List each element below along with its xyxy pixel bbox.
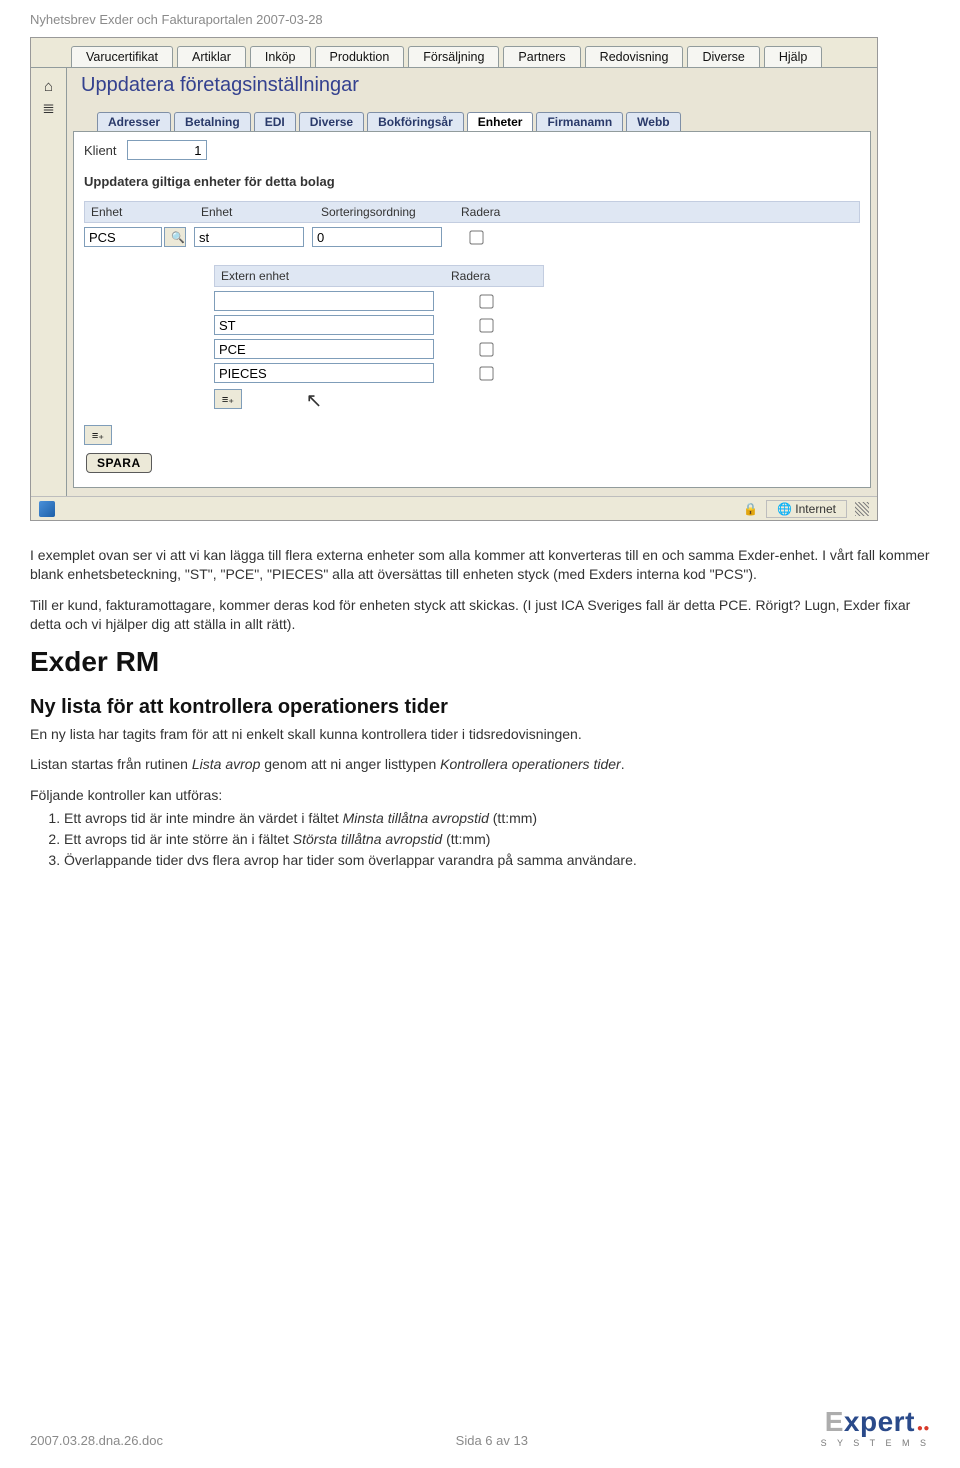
section-head: Uppdatera giltiga enheter för detta bola… — [84, 174, 860, 189]
main-panel: Uppdatera företagsinställningar Adresser… — [67, 68, 877, 496]
lookup-icon[interactable]: 🔍 — [164, 227, 186, 247]
inner-tab-firmanamn[interactable]: Firmanamn — [536, 112, 623, 131]
unit-input[interactable] — [84, 227, 162, 247]
unit-row: 🔍 — [84, 227, 860, 247]
para-3: En ny lista har tagits fram för att ni e… — [30, 725, 930, 744]
klient-input[interactable] — [127, 140, 207, 160]
extern-radera-3[interactable] — [479, 366, 493, 380]
panel-title: Uppdatera företagsinställningar — [67, 68, 877, 107]
heading-exder-rm: Exder RM — [30, 646, 930, 678]
inner-tab-enheter[interactable]: Enheter — [467, 112, 534, 131]
extern-radera-0[interactable] — [479, 294, 493, 308]
para-4-b: genom att ni anger listtypen — [260, 756, 440, 772]
li1-i: Minsta tillåtna avropstid — [343, 810, 489, 826]
settings-card: Klient Uppdatera giltiga enheter för det… — [73, 131, 871, 488]
para-4-c: . — [621, 756, 625, 772]
top-tab-inkop[interactable]: Inköp — [250, 46, 311, 67]
inner-tab-diverse[interactable]: Diverse — [299, 112, 364, 131]
li2-a: Ett avrops tid är inte större än i fälte… — [64, 831, 293, 847]
para-2: Till er kund, fakturamottagare, kommer d… — [30, 596, 930, 634]
top-tab-forsaljning[interactable]: Försäljning — [408, 46, 499, 67]
globe-icon: 🌐 — [777, 502, 792, 516]
list-icon[interactable]: ≣ — [31, 99, 66, 117]
li2-i: Största tillåtna avropstid — [293, 831, 442, 847]
home-icon[interactable]: ⌂ — [31, 78, 66, 95]
para-1: I exemplet ovan ser vi att vi kan lägga … — [30, 546, 930, 584]
zone-label: Internet — [795, 502, 836, 516]
page-footer: 2007.03.28.dna.26.doc Sida 6 av 13 EExpe… — [30, 1406, 930, 1448]
radera-checkbox[interactable] — [469, 230, 483, 244]
col-unit1: Enhet — [85, 202, 195, 222]
col-radera: Radera — [455, 202, 525, 222]
status-bar: 🔒 🌐 Internet — [31, 496, 877, 520]
inner-tab-adresser[interactable]: Adresser — [97, 112, 171, 131]
cursor-icon: ↖ — [306, 388, 323, 413]
extern-input-1[interactable] — [214, 315, 434, 335]
col-extern: Extern enhet — [215, 266, 445, 286]
top-tab-hjalp[interactable]: Hjälp — [764, 46, 823, 67]
expert-logo: EExpertxpert●● S Y S T E M S — [821, 1406, 930, 1448]
col-sort: Sorteringsordning — [315, 202, 455, 222]
li1-b: (tt:mm) — [489, 810, 537, 826]
top-tabs: Varucertifikat Artiklar Inköp Produktion… — [31, 38, 877, 68]
inner-tabs: Adresser Betalning EDI Diverse Bokföring… — [67, 107, 877, 131]
left-rail: ⌂ ≣ — [31, 68, 67, 496]
extern-radera-2[interactable] — [479, 342, 493, 356]
top-tab-produktion[interactable]: Produktion — [315, 46, 405, 67]
unit-col-headers: Enhet Enhet Sorteringsordning Radera — [84, 201, 860, 223]
extern-input-2[interactable] — [214, 339, 434, 359]
footer-filename: 2007.03.28.dna.26.doc — [30, 1433, 163, 1448]
para-4-i2: Kontrollera operationers tider — [440, 756, 621, 772]
para-4-i1: Lista avrop — [192, 756, 260, 772]
spara-button[interactable]: SPARA — [86, 453, 152, 473]
extern-radera-1[interactable] — [479, 318, 493, 332]
add-extern-icon[interactable]: ≡₊ — [214, 389, 242, 409]
sort-input[interactable] — [312, 227, 442, 247]
top-tab-varucertifikat[interactable]: Varucertifikat — [71, 46, 173, 67]
heading-ny-lista: Ny lista för att kontrollera operationer… — [30, 696, 930, 719]
extern-input-0[interactable] — [214, 291, 434, 311]
klient-label: Klient — [84, 143, 117, 158]
inner-tab-webb[interactable]: Webb — [626, 112, 680, 131]
screenshot-embed: Varucertifikat Artiklar Inköp Produktion… — [30, 37, 878, 521]
extern-block: Extern enhet Radera — [214, 265, 544, 409]
unit2-input[interactable] — [194, 227, 304, 247]
para-5: Följande kontroller kan utföras: — [30, 786, 930, 805]
lock-icon: 🔒 — [743, 502, 758, 516]
list-item-3: Överlappande tider dvs flera avrop har t… — [64, 851, 930, 870]
top-tab-diverse[interactable]: Diverse — [687, 46, 759, 67]
extern-input-3[interactable] — [214, 363, 434, 383]
top-tab-redovisning[interactable]: Redovisning — [585, 46, 684, 67]
para-4: Listan startas från rutinen Lista avrop … — [30, 755, 930, 774]
add-unit-icon[interactable]: ≡₊ — [84, 425, 112, 445]
li1-a: Ett avrops tid är inte mindre än värdet … — [64, 810, 343, 826]
inner-tab-edi[interactable]: EDI — [254, 112, 296, 131]
top-tab-artiklar[interactable]: Artiklar — [177, 46, 246, 67]
col-extern-radera: Radera — [445, 266, 535, 286]
internet-zone: 🌐 Internet — [766, 500, 847, 518]
para-4-a: Listan startas från rutinen — [30, 756, 192, 772]
footer-page: Sida 6 av 13 — [456, 1433, 528, 1448]
list-item-1: Ett avrops tid är inte mindre än värdet … — [64, 809, 930, 828]
inner-tab-bokforingsar[interactable]: Bokföringsår — [367, 112, 464, 131]
inner-tab-betalning[interactable]: Betalning — [174, 112, 251, 131]
controls-list: Ett avrops tid är inte mindre än värdet … — [40, 809, 930, 870]
li2-b: (tt:mm) — [442, 831, 490, 847]
ie-icon — [39, 501, 55, 517]
top-tab-partners[interactable]: Partners — [503, 46, 580, 67]
list-item-2: Ett avrops tid är inte större än i fälte… — [64, 830, 930, 849]
document-header: Nyhetsbrev Exder och Fakturaportalen 200… — [30, 12, 930, 27]
col-unit2: Enhet — [195, 202, 315, 222]
document-body: I exemplet ovan ser vi att vi kan lägga … — [30, 546, 930, 870]
resize-grip-icon — [855, 502, 869, 516]
